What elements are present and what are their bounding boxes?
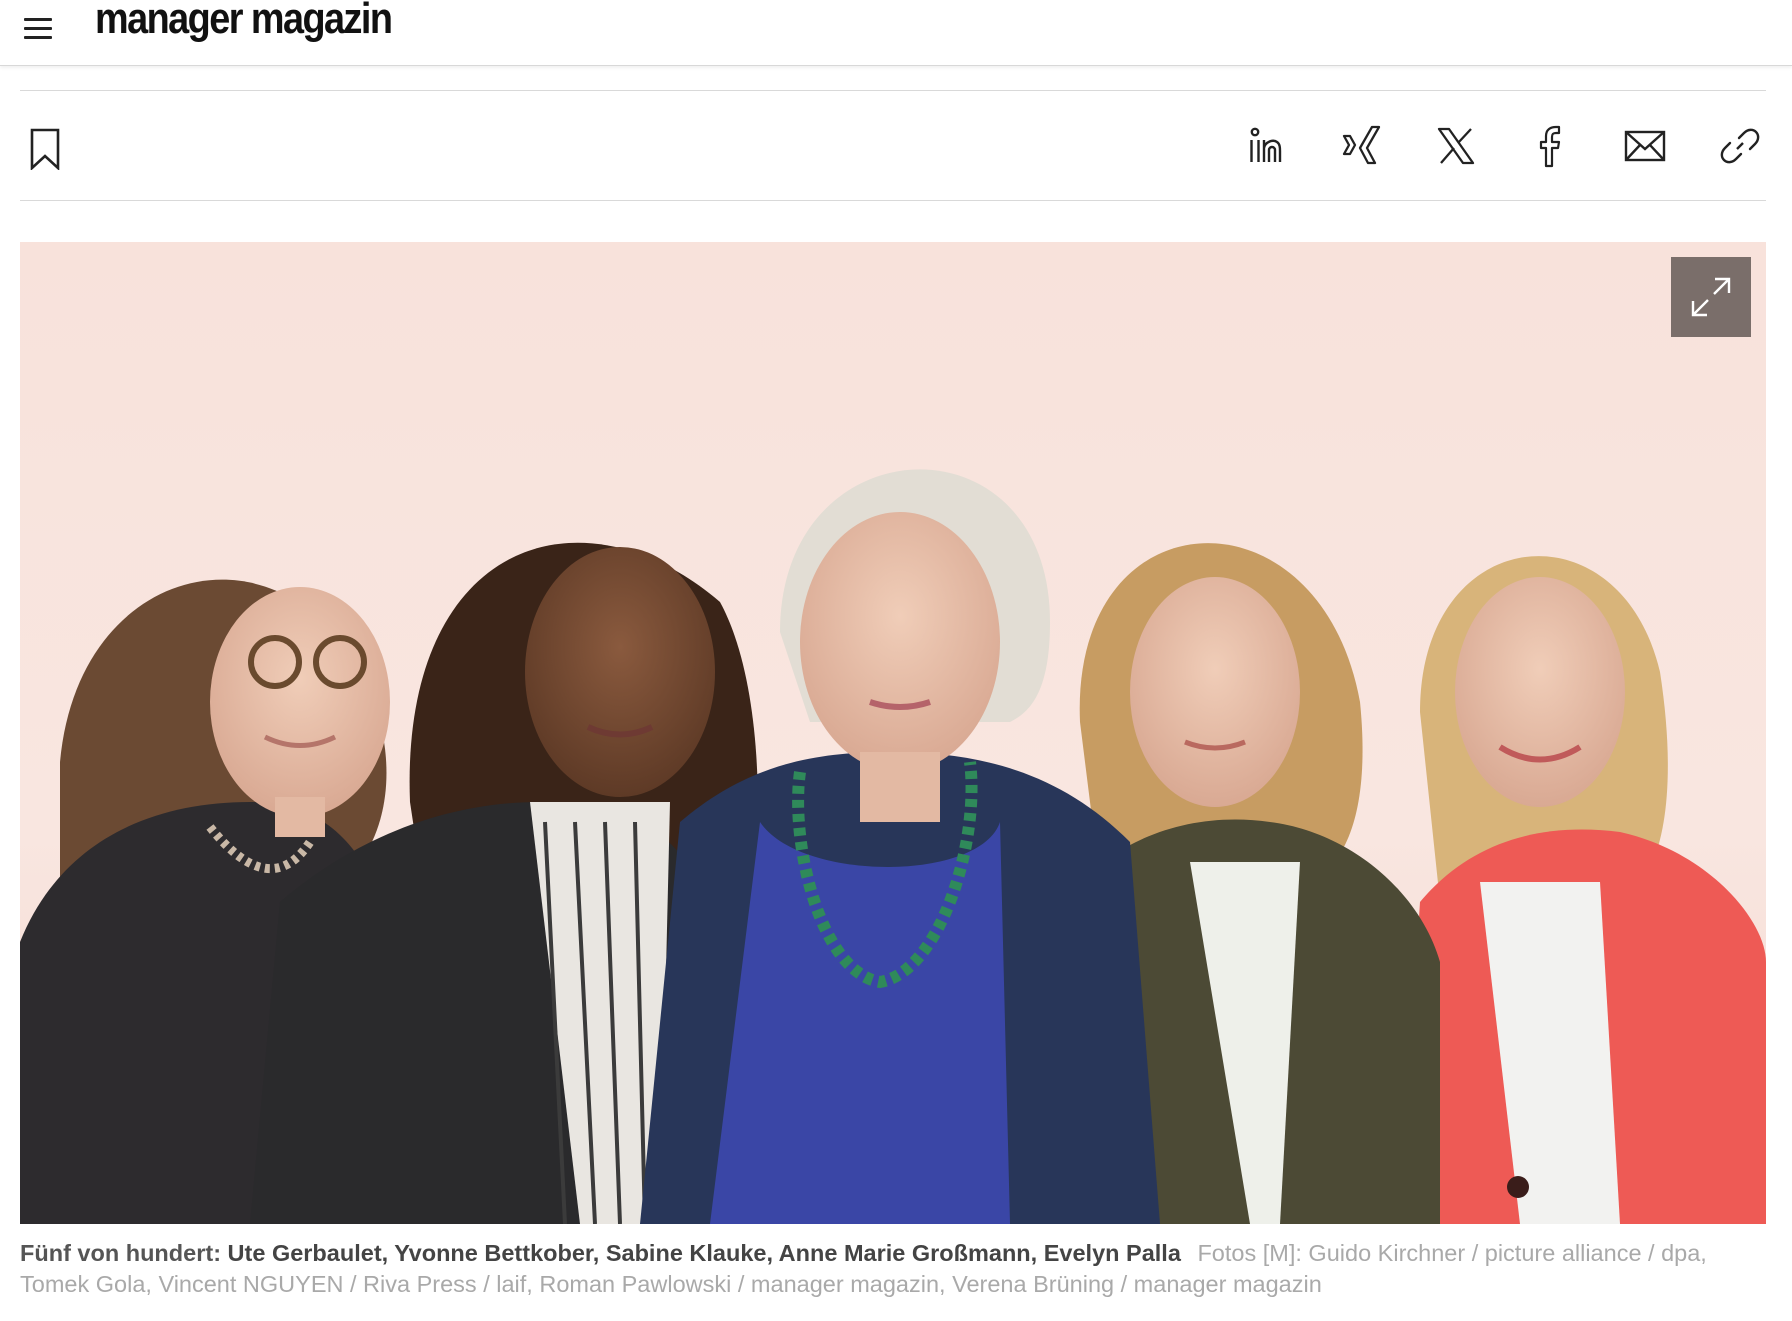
linkedin-icon[interactable] <box>1245 124 1289 168</box>
caption-lead: Fünf von hundert <box>20 1240 214 1266</box>
mail-icon[interactable] <box>1623 124 1667 168</box>
link-icon[interactable] <box>1718 124 1762 168</box>
hamburger-menu-icon[interactable] <box>22 14 56 42</box>
facebook-icon[interactable] <box>1528 124 1572 168</box>
group-portrait-image <box>20 469 1766 1224</box>
caption-names: Ute Gerbaulet, Yvonne Bettkober, Sabine … <box>227 1240 1181 1266</box>
person-5 <box>1400 556 1766 1224</box>
site-logo[interactable]: manager magazin <box>95 0 393 44</box>
lead-photo[interactable] <box>20 242 1766 1224</box>
x-icon[interactable] <box>1434 124 1478 168</box>
divider-top <box>20 90 1766 91</box>
person-3 <box>640 469 1160 1224</box>
bookmark-icon[interactable] <box>28 128 62 171</box>
expand-image-button[interactable] <box>1671 257 1751 337</box>
caption-separator: : <box>213 1240 222 1266</box>
divider-bottom <box>20 200 1766 201</box>
expand-icon <box>1691 277 1731 317</box>
xing-icon[interactable] <box>1340 124 1384 168</box>
site-header: manager magazin <box>0 0 1792 66</box>
image-caption: Fünf von hundert: Ute Gerbaulet, Yvonne … <box>20 1238 1770 1300</box>
